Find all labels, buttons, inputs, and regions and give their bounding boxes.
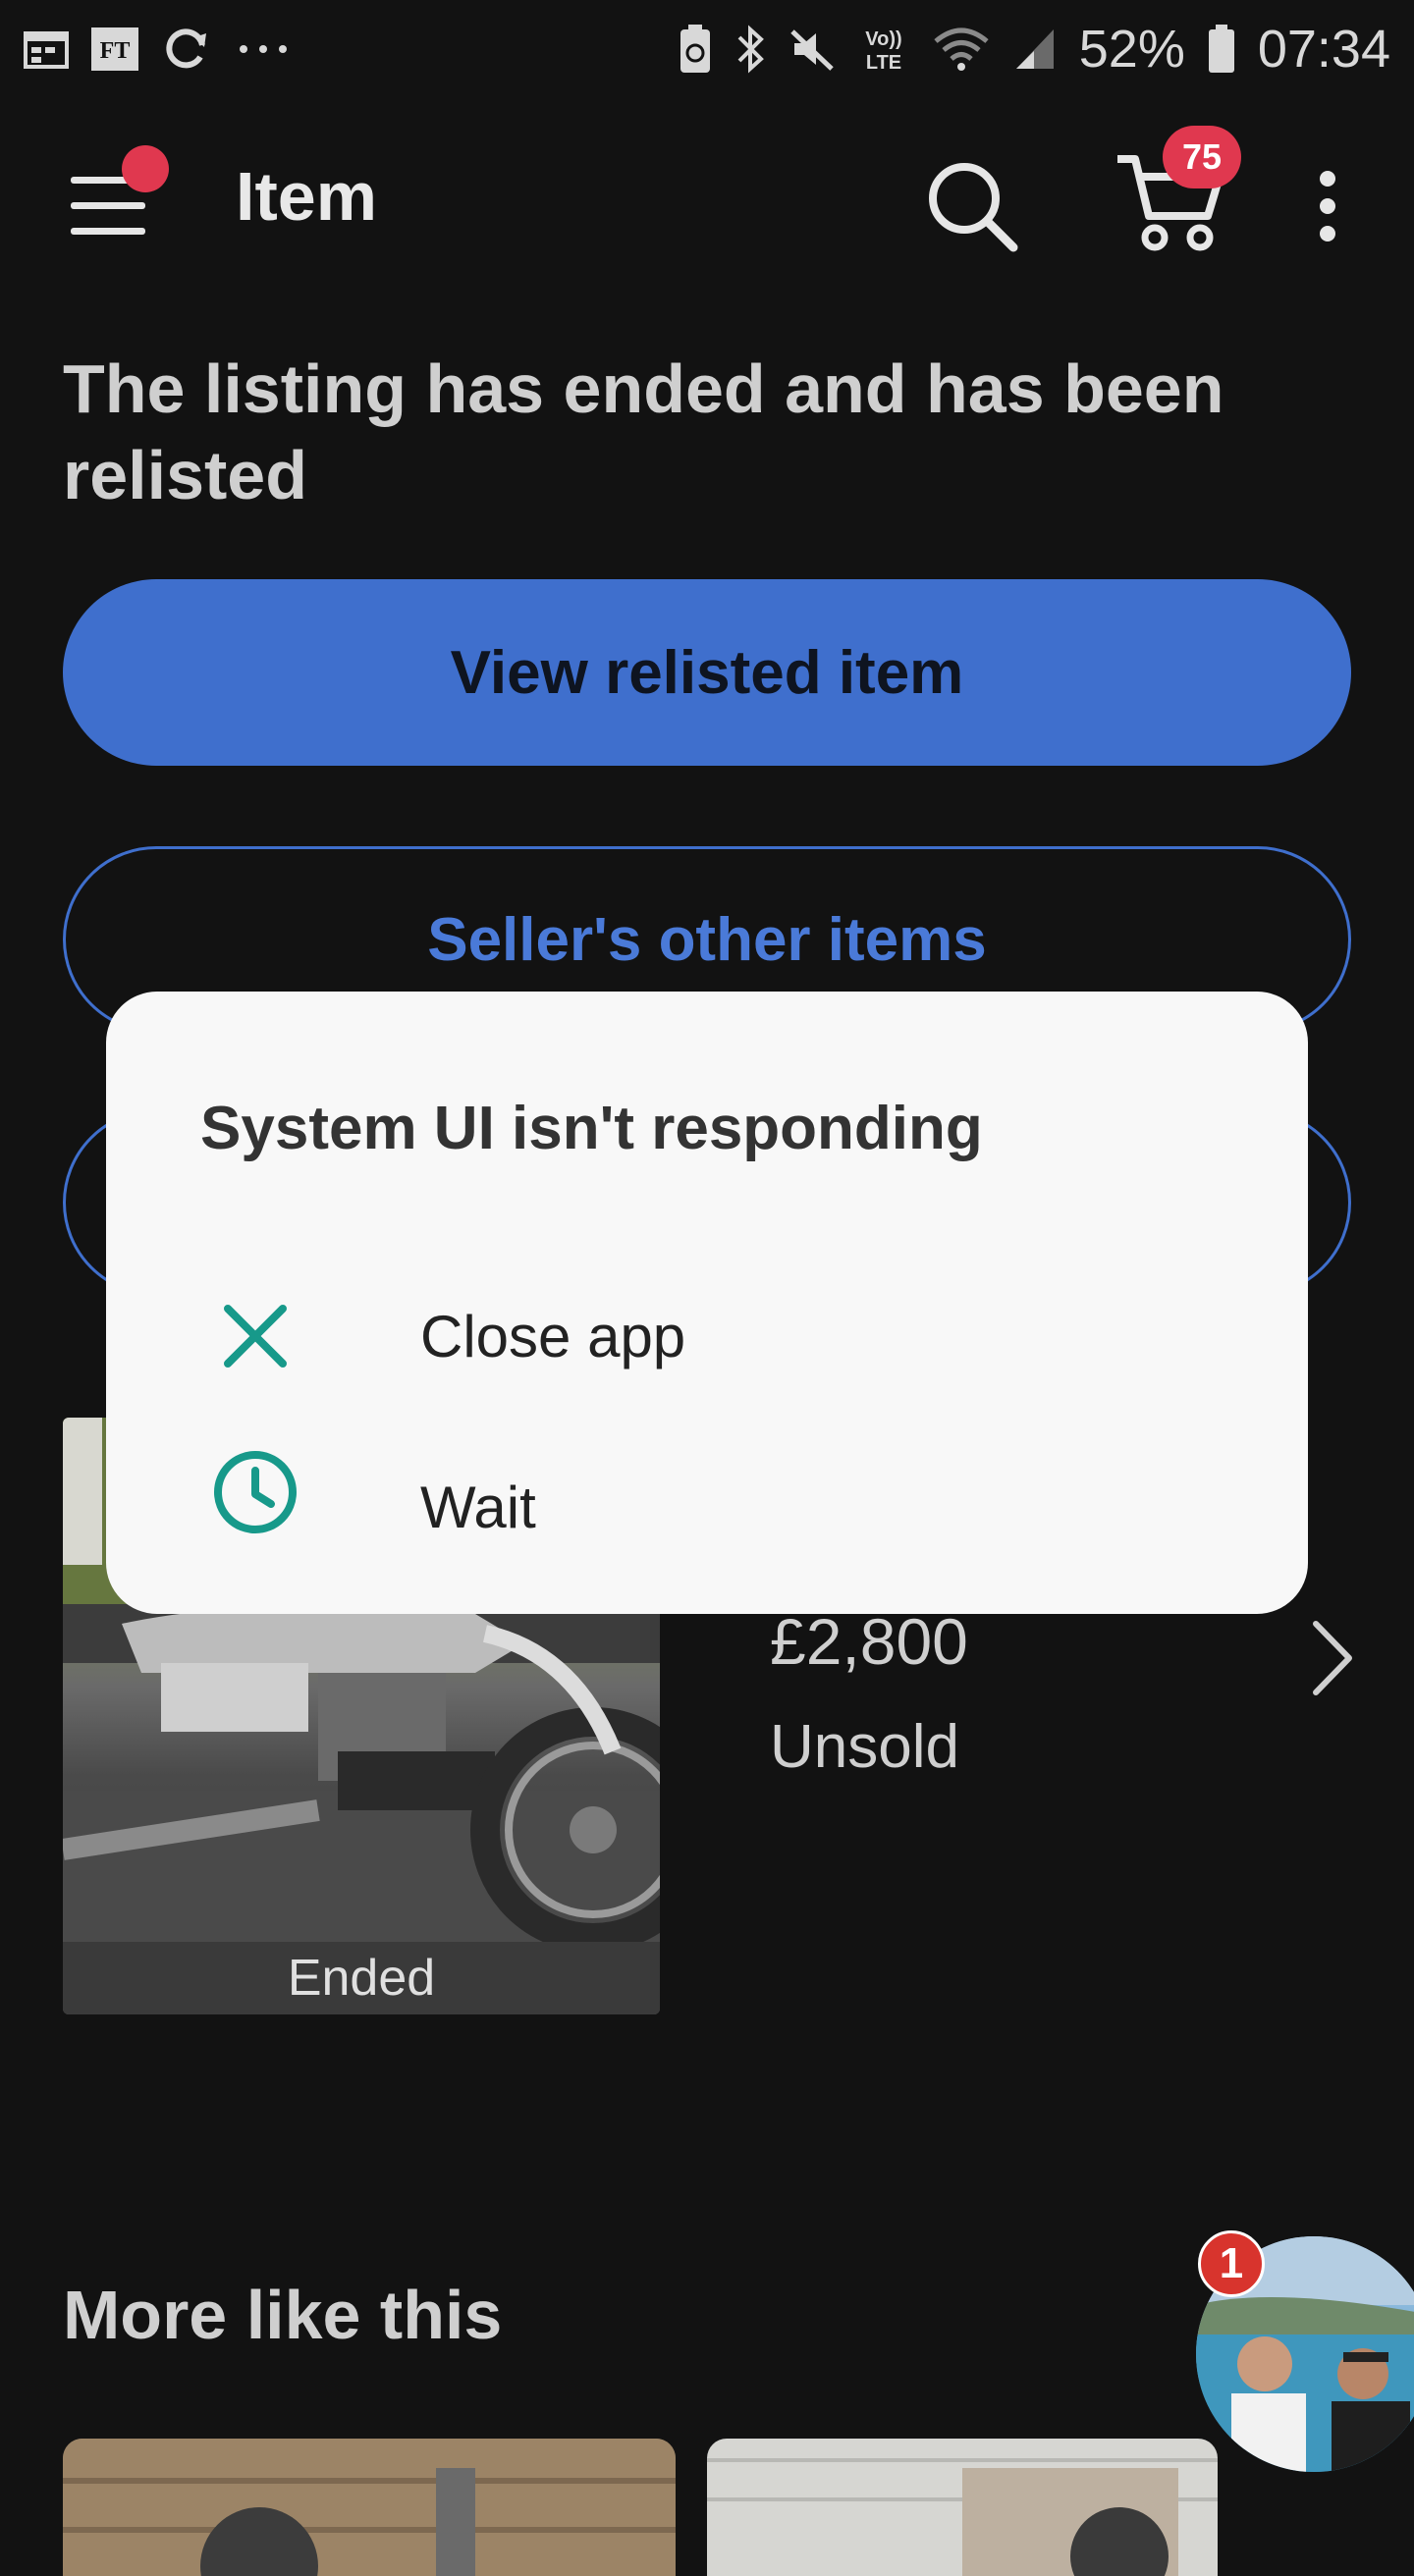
battery-icon: [1207, 24, 1236, 75]
notification-dot: [122, 145, 169, 192]
volte-icon: Vo)) LTE: [857, 24, 910, 75]
chevron-right-icon: [1313, 1621, 1352, 1695]
lte-label: LTE: [866, 52, 901, 74]
item-chevron: [1302, 1614, 1361, 1702]
similar-item-thumbnail[interactable]: [707, 2439, 1218, 2576]
search-button[interactable]: [923, 157, 1021, 255]
system-ui-not-responding-dialog: System UI isn't responding Close app Wai…: [106, 992, 1308, 1614]
listing-ended-headline: The listing has ended and has been relis…: [63, 350, 1224, 513]
wait-label: Wait: [420, 1474, 536, 1540]
clock-icon: [204, 1441, 306, 1543]
more-notifications-icon: [234, 39, 293, 59]
svg-text:FT: FT: [100, 38, 131, 64]
similar-item-thumbnail[interactable]: [63, 2439, 676, 2576]
clock: 07:34: [1257, 20, 1390, 79]
cart-count-badge: 75: [1163, 126, 1241, 188]
search-icon: [929, 163, 1018, 252]
item-price: £2,800: [770, 1605, 968, 1678]
similar-item-image: [707, 2439, 1218, 2576]
overflow-menu-button[interactable]: [1306, 167, 1349, 245]
svg-text:Vo)): Vo)): [865, 28, 901, 50]
wifi-icon: [932, 26, 991, 73]
close-app-label: Close app: [420, 1303, 686, 1369]
chat-head-badge: 1: [1198, 2230, 1265, 2297]
battery-percentage: 52%: [1078, 20, 1185, 79]
close-icon: [204, 1285, 306, 1387]
status-bar: FT Vo)) LTE 52% 07:34: [0, 0, 1414, 98]
wait-option[interactable]: Wait: [106, 1433, 1308, 1581]
more-like-this-heading: More like this: [63, 2277, 503, 2353]
status-bar-right: Vo)) LTE 52% 07:34: [679, 19, 1390, 80]
status-bar-left: FT: [24, 24, 293, 75]
dialog-title: System UI isn't responding: [200, 1095, 983, 1162]
ft-app-icon: FT: [90, 27, 139, 72]
signal-icon: [1012, 26, 1058, 73]
bluetooth-icon: [734, 24, 767, 75]
page-title: Item: [236, 158, 377, 235]
battery-saver-icon: [679, 24, 712, 75]
view-relisted-item-button[interactable]: View relisted item: [63, 579, 1351, 766]
similar-item-image: [63, 2439, 676, 2576]
sync-icon: [161, 24, 212, 75]
close-app-option[interactable]: Close app: [106, 1262, 1308, 1410]
mute-icon: [789, 26, 836, 73]
more-vert-icon: [1320, 171, 1335, 242]
calendar-notification-icon: [24, 29, 69, 69]
item-status: Unsold: [770, 1713, 959, 1781]
ended-label: Ended: [63, 1942, 660, 2014]
